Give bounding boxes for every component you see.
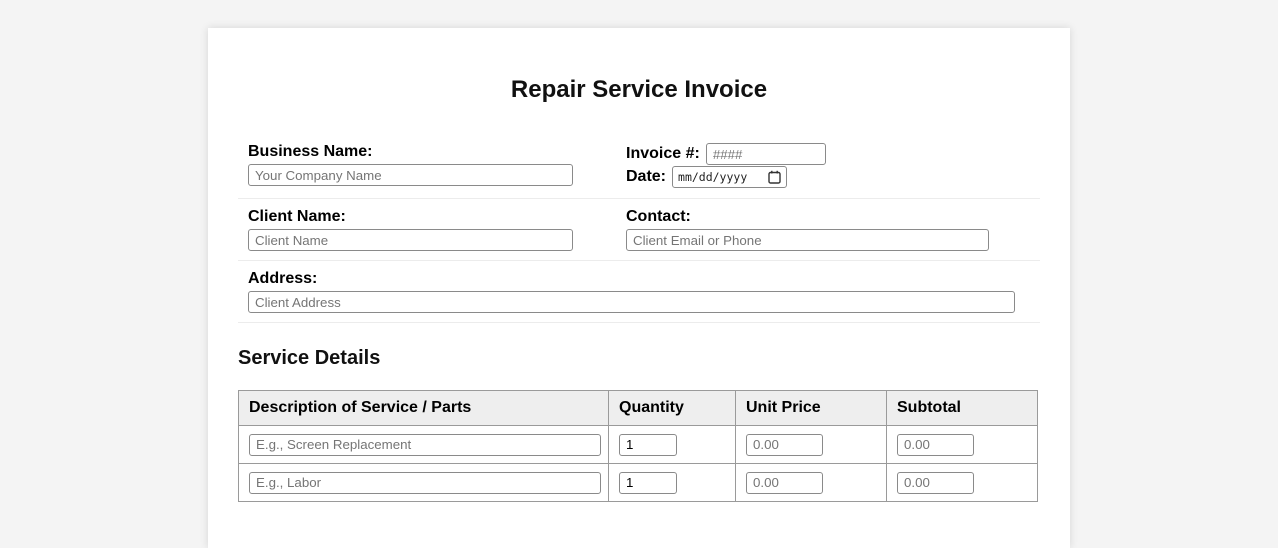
business-name-group: Business Name: — [248, 143, 626, 189]
service-details-heading: Service Details — [238, 347, 381, 369]
quantity-input[interactable] — [619, 433, 677, 456]
column-header-description: Description of Service / Parts — [238, 390, 609, 426]
invoice-number-input[interactable] — [705, 143, 826, 165]
invoice-card: Repair Service Invoice Business Name: In… — [208, 28, 1070, 548]
address-input[interactable] — [248, 291, 1015, 313]
section-address: Address: — [238, 261, 1040, 323]
business-name-input[interactable] — [248, 164, 573, 186]
contact-input[interactable] — [626, 229, 989, 251]
address-label: Address: — [248, 270, 318, 287]
business-name-label: Business Name: — [248, 143, 373, 160]
section-client-contact: Client Name: Contact: — [238, 199, 1040, 261]
date-value: mm/dd/yyyy — [678, 170, 748, 184]
subtotal-input[interactable] — [897, 471, 974, 494]
table-header-row: Description of Service / Parts Quantity … — [238, 390, 1038, 426]
table-row — [238, 463, 1038, 502]
unit-price-input[interactable] — [746, 433, 823, 456]
column-header-unit-price: Unit Price — [735, 390, 887, 426]
service-items-table: Description of Service / Parts Quantity … — [238, 390, 1038, 502]
date-row: Date: mm/dd/yyyy — [626, 166, 1030, 188]
unit-price-input[interactable] — [746, 471, 823, 494]
invoice-date-group: Invoice #: Date: mm/dd/yyyy — [626, 143, 1030, 189]
contact-group: Contact: — [626, 208, 1030, 251]
invoice-number-row: Invoice #: — [626, 143, 1030, 165]
description-input[interactable] — [249, 433, 601, 456]
invoice-number-label: Invoice #: — [626, 145, 700, 162]
section-business-invoice: Business Name: Invoice #: Date: mm/dd/yy… — [238, 134, 1040, 199]
column-header-subtotal: Subtotal — [886, 390, 1038, 426]
page-title: Repair Service Invoice — [510, 76, 768, 103]
table-row — [238, 425, 1038, 464]
description-input[interactable] — [249, 471, 601, 494]
date-label: Date: — [626, 168, 667, 185]
client-name-label: Client Name: — [248, 208, 346, 225]
column-header-quantity: Quantity — [608, 390, 736, 426]
client-name-group: Client Name: — [248, 208, 626, 251]
date-input[interactable]: mm/dd/yyyy — [672, 166, 788, 188]
client-name-input[interactable] — [248, 229, 573, 251]
subtotal-input[interactable] — [897, 433, 974, 456]
contact-label: Contact: — [626, 208, 691, 225]
quantity-input[interactable] — [619, 471, 677, 494]
address-group: Address: — [248, 270, 1015, 313]
calendar-icon[interactable] — [768, 170, 781, 184]
